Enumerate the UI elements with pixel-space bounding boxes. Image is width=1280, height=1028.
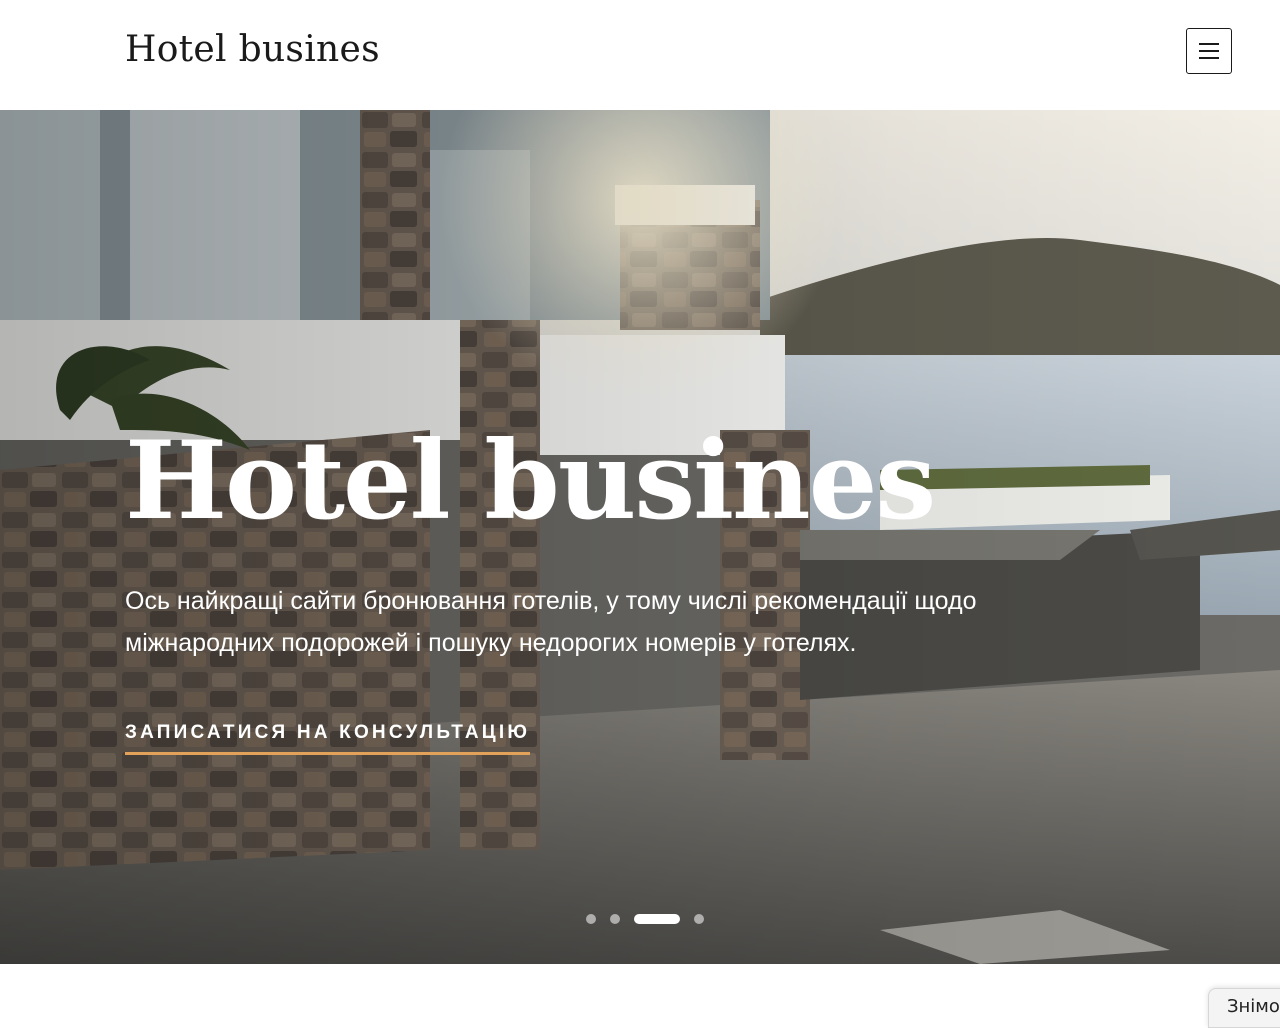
slider-dot-4[interactable] bbox=[694, 914, 704, 924]
slider-pagination bbox=[586, 914, 704, 924]
slider-dot-3-active[interactable] bbox=[634, 914, 680, 924]
page-content-start bbox=[0, 964, 1280, 1016]
hero-slider: Hotel busines Ось найкращі сайти бронюва… bbox=[0, 110, 1280, 964]
hamburger-menu-icon bbox=[1199, 43, 1219, 45]
slider-dot-1[interactable] bbox=[586, 914, 596, 924]
hamburger-menu-icon-bar bbox=[1199, 57, 1219, 59]
hero-description: Ось найкращі сайти бронювання готелів, у… bbox=[125, 587, 977, 657]
menu-button[interactable] bbox=[1186, 28, 1232, 74]
site-header: Hotel busines bbox=[0, 0, 1280, 110]
hero-title: Hotel busines bbox=[125, 418, 936, 544]
slider-dot-2[interactable] bbox=[610, 914, 620, 924]
site-title[interactable]: Hotel busines bbox=[125, 28, 380, 72]
hamburger-menu-icon-bar bbox=[1199, 50, 1219, 52]
consultation-cta-link[interactable]: ЗАПИСАТИСЯ НА КОНСУЛЬТАЦІЮ bbox=[125, 722, 531, 755]
floating-tab[interactable]: Знімо bbox=[1208, 988, 1280, 1028]
